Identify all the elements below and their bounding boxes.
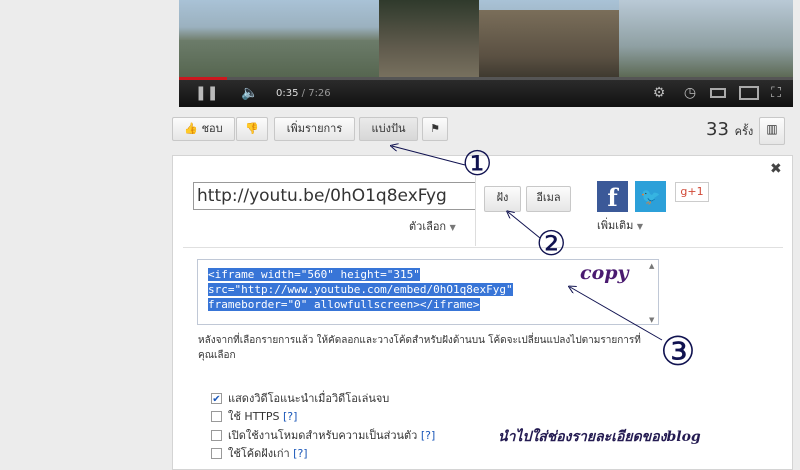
checkbox-label: เปิดใช้งานโหมดสำหรับความเป็นส่วนตัว [228, 429, 418, 442]
embed-code-line-2: src="http://www.youtube.com/embed/0hO1q8… [208, 283, 513, 296]
stats-button[interactable]: ▥ [759, 117, 785, 145]
video-scene-ground [179, 40, 379, 77]
thumbs-up-icon: 👍 [184, 122, 199, 135]
annotation-number-1: ① [462, 144, 493, 184]
checkbox-icon[interactable] [211, 429, 222, 441]
embed-code-line-1: <iframe width="560" height="315" [208, 268, 420, 281]
like-button[interactable]: 👍 ชอบ [172, 117, 235, 141]
add-to-button[interactable]: เพิ่มรายการ [274, 117, 355, 141]
panel-divider-vertical [475, 176, 476, 246]
dropdown-arrow-icon: ▼ [449, 223, 456, 232]
watch-later-icon[interactable]: ◷ [680, 80, 700, 107]
more-label: เพิ่มเติม [597, 219, 634, 232]
time-separator: / [298, 88, 309, 99]
add-to-label: เพิ่มรายการ [286, 122, 343, 135]
copy-note: copy [580, 262, 629, 284]
video-scene-building [479, 10, 619, 77]
share-url-field[interactable]: http://youtu.be/0hO1q8exFyg [193, 182, 476, 210]
help-link[interactable]: [?] [283, 410, 297, 423]
bar-chart-icon: ▥ [766, 122, 778, 136]
options-dropdown[interactable]: ตัวเลือก ▼ [409, 217, 456, 235]
settings-icon[interactable]: ⚙ [649, 80, 669, 107]
view-count: 33 ครั้ง [706, 119, 753, 140]
share-button[interactable]: แบ่งปัน [359, 117, 418, 141]
share-label: แบ่งปัน [371, 122, 406, 135]
checkbox-label: ใช้ HTTPS [228, 410, 280, 423]
options-label: ตัวเลือก [409, 220, 447, 233]
embed-help-text: หลังจากที่เลือกรายการแล้ว ให้คัดลอกและวา… [198, 335, 641, 361]
close-icon[interactable]: ✖ [770, 161, 782, 177]
scroll-up-icon[interactable]: ▲ [649, 262, 654, 270]
time-display: 0:35 / 7:26 [276, 80, 331, 107]
flag-icon: ⚑ [430, 122, 440, 135]
fullscreen-icon[interactable]: ⛶ [765, 80, 787, 107]
checkbox-label: แสดงวิดีโอแนะนำเมื่อวิดีโอเล่นจบ [228, 392, 390, 405]
dropdown-arrow-icon: ▼ [636, 222, 644, 231]
view-count-unit: ครั้ง [734, 125, 754, 138]
help-link[interactable]: [?] [293, 447, 307, 460]
facebook-icon[interactable]: f [597, 181, 628, 212]
annotation-number-3: ③ [660, 329, 696, 375]
thumbs-down-icon: 👎 [245, 122, 259, 135]
share-panel: http://youtu.be/0hO1q8exFyg ตัวเลือก ▼ ฝ… [172, 155, 793, 470]
annotation-number-2: ② [536, 224, 567, 264]
handwritten-note: นำไปใส่ช่องรายละเอียดของblog [498, 429, 701, 445]
checkbox-row[interactable]: ใช้โค้ดฝังเก่า [?] [211, 444, 308, 462]
time-total: 7:26 [308, 88, 331, 99]
video-frame[interactable] [179, 0, 793, 77]
small-player-icon[interactable] [710, 88, 726, 98]
flag-button[interactable]: ⚑ [422, 117, 448, 141]
checkbox-label: ใช้โค้ดฝังเก่า [228, 447, 290, 460]
twitter-icon[interactable]: 🐦 [635, 181, 666, 212]
video-scene-sky [619, 0, 793, 77]
checkbox-row[interactable]: ✔ แสดงวิดีโอแนะนำเมื่อวิดีโอเล่นจบ [211, 389, 389, 407]
checkbox-icon[interactable] [211, 410, 222, 422]
google-plus-icon[interactable]: g+1 [675, 182, 709, 202]
large-player-icon[interactable] [739, 86, 759, 100]
time-current: 0:35 [276, 88, 299, 99]
play-pause-icon[interactable]: ❚❚ [195, 80, 218, 107]
checkbox-row[interactable]: ใช้ HTTPS [?] [211, 407, 297, 425]
checkbox-row[interactable]: เปิดใช้งานโหมดสำหรับความเป็นส่วนตัว [?] [211, 426, 435, 444]
scroll-down-icon[interactable]: ▼ [649, 316, 654, 324]
email-tab[interactable]: อีเมล [526, 186, 571, 212]
video-player[interactable]: ❚❚ 🔈 0:35 / 7:26 ⚙ ◷ ⛶ [179, 0, 793, 107]
like-label: ชอบ [201, 122, 223, 135]
view-count-number: 33 [706, 119, 729, 140]
embed-tab[interactable]: ฝัง [484, 186, 521, 212]
dislike-button[interactable]: 👎 [236, 117, 268, 141]
checkbox-checked-icon[interactable]: ✔ [211, 392, 222, 405]
volume-icon[interactable]: 🔈 [239, 80, 261, 107]
embed-code-line-3: frameborder="0" allowfullscreen></iframe… [208, 298, 480, 311]
player-controls: ❚❚ 🔈 0:35 / 7:26 ⚙ ◷ ⛶ [179, 80, 793, 107]
more-dropdown[interactable]: เพิ่มเติม ▼ [597, 216, 643, 234]
help-link[interactable]: [?] [421, 429, 435, 442]
video-scene-trees [379, 0, 479, 77]
checkbox-icon[interactable] [211, 447, 222, 459]
panel-divider-horizontal [183, 247, 783, 248]
